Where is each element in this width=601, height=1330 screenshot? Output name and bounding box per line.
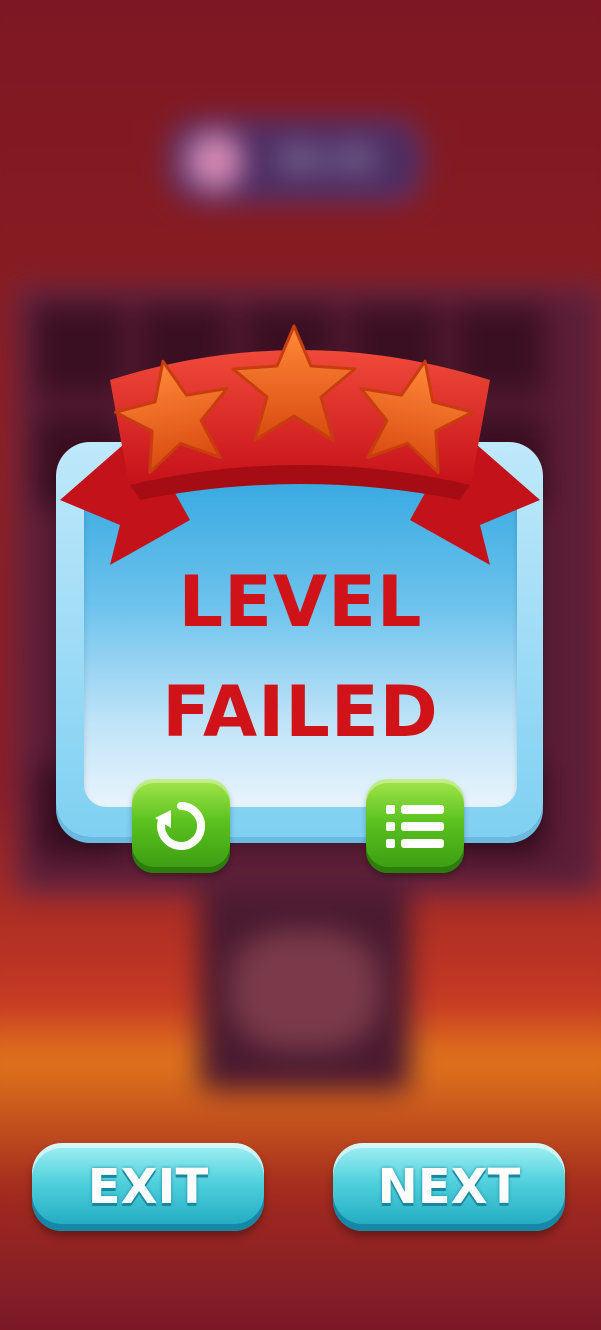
title-line-failed: FAILED [162,671,439,753]
exit-button[interactable]: EXIT [32,1143,264,1231]
title-line-level: LEVEL [178,561,423,643]
exit-button-label: EXIT [87,1159,209,1215]
piece-preview [230,930,380,1050]
ribbon-with-stars [60,324,540,565]
menu-list-icon [386,805,444,848]
menu-button[interactable] [366,779,464,873]
timer-value: 00:05 [276,140,380,181]
replay-button[interactable] [132,779,230,873]
timer-pill: 00:05 [170,120,422,202]
clock-icon [186,132,244,190]
replay-icon [155,801,206,850]
piece-slot [200,890,410,1090]
next-button-label: NEXT [377,1159,521,1215]
next-button[interactable]: NEXT [333,1143,565,1231]
